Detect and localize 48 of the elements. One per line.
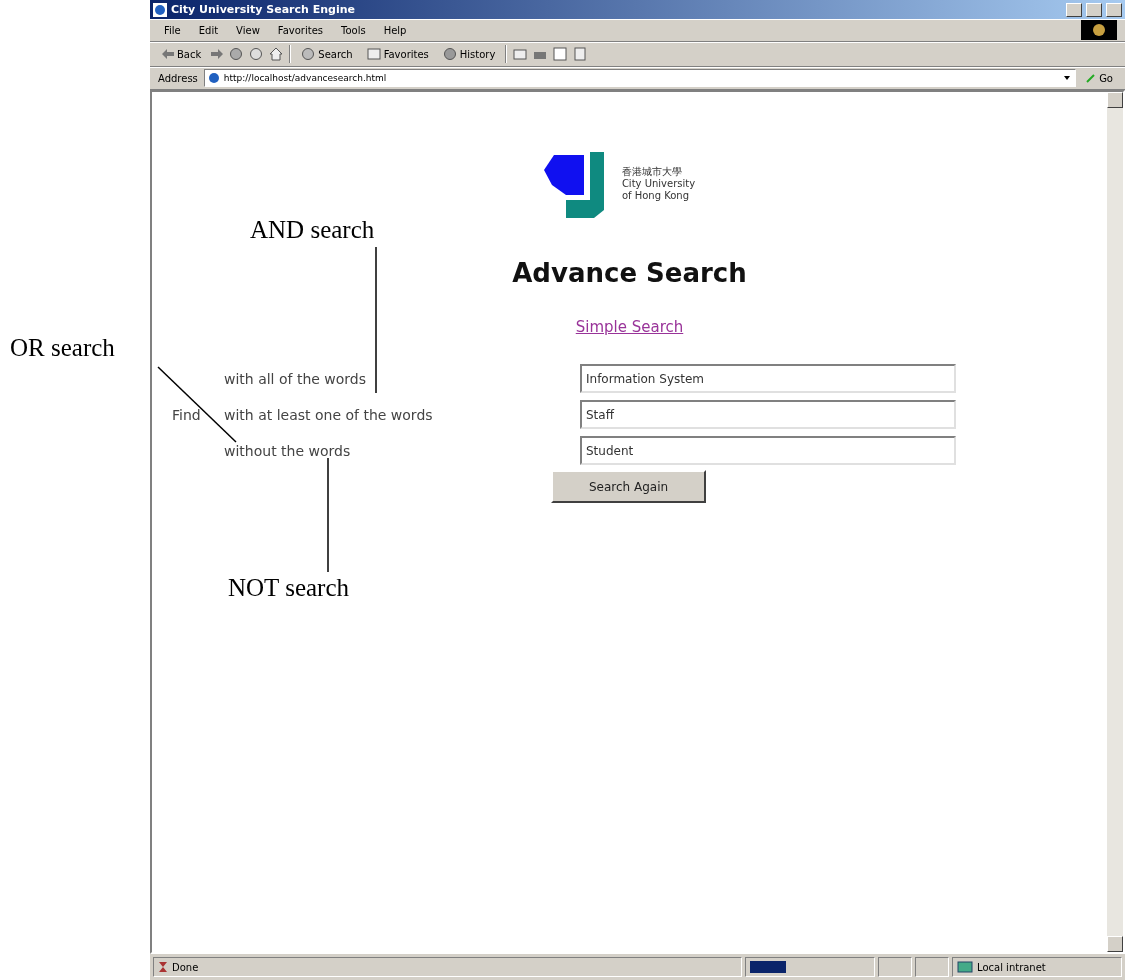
favorites-button[interactable]: Favorites [362,46,433,62]
address-field[interactable]: http://localhost/advancesearch.html [203,69,1077,87]
menu-item[interactable]: Edit [192,23,225,37]
back-arrow-icon [162,49,174,59]
page-heading: Advance Search [512,258,747,288]
scrollbar[interactable] [1107,92,1123,952]
menu-item[interactable]: Help [377,23,413,37]
search-field[interactable]: Information System [580,364,956,393]
menu-item[interactable]: Tools [335,23,372,37]
folder-icon [366,48,381,60]
logo-chinese-name: 香港城市大學 [621,166,683,178]
logo-name: of Hong Kong [621,190,691,202]
annotation-label: AND search [250,216,375,244]
status-pane [915,957,949,977]
forward-icon[interactable] [211,49,224,59]
throbber-icon [1081,20,1117,40]
field-label: with at least one of the words [224,406,434,423]
status-pane [878,957,912,977]
zone-label: Local intranet [977,961,1046,973]
browser-icon [153,2,167,17]
menu-item[interactable]: View [230,23,266,37]
menu-item[interactable]: File [158,23,187,37]
hourglass-icon [158,961,168,973]
simple-search-link[interactable]: Simple Search [575,318,684,336]
field-label: without the words [224,442,352,459]
intranet-icon [957,960,973,974]
page-icon [207,72,220,84]
field-label: with all of the words [224,370,368,387]
progress-block-icon [750,961,786,973]
history-button[interactable]: History [438,45,500,63]
minimize-button[interactable] [1066,2,1082,17]
status-text: Done [172,961,199,973]
search-field[interactable]: Student [580,436,956,465]
go-button[interactable]: Go [1082,70,1117,86]
search-again-button[interactable]: Search Again [551,470,706,503]
annotation-label: NOT search [228,574,350,602]
address-label: Address [158,72,198,84]
menu-item[interactable]: Favorites [271,23,329,37]
back-button[interactable]: Back [158,46,206,62]
home-icon[interactable] [269,47,284,61]
search-field[interactable]: Staff [580,400,956,429]
window-title: City University Search Engine [171,3,355,16]
annotation-label: OR search [10,334,115,362]
logo-name: City University [621,178,696,190]
find-label: Find [172,406,202,423]
close-button[interactable] [1106,2,1122,17]
maximize-button[interactable] [1086,2,1102,17]
search-button[interactable]: Search [297,45,357,63]
